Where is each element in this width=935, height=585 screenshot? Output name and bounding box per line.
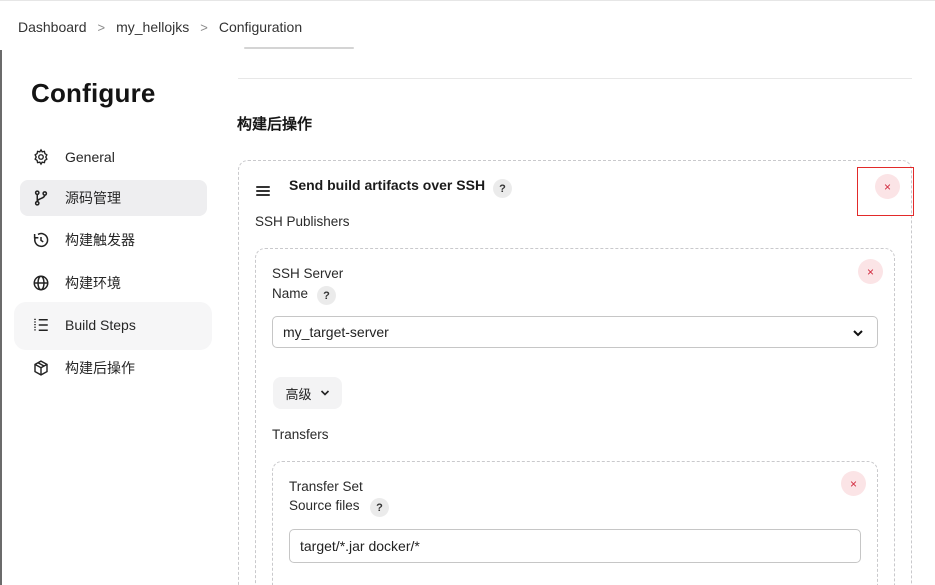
source-files-label: Source files — [289, 498, 360, 513]
clock-icon — [32, 231, 50, 249]
remove-server-button[interactable]: × — [858, 259, 883, 284]
advanced-button[interactable]: 高级 — [273, 377, 342, 409]
gear-icon — [32, 148, 50, 166]
step-help-icon[interactable]: ? — [493, 179, 512, 198]
transfer-set-title: Transfer Set — [289, 479, 363, 494]
breadcrumb-separator: > — [200, 19, 208, 35]
sidebar-item-general[interactable]: General — [20, 139, 207, 175]
ssh-server-title: SSH Server — [272, 266, 344, 281]
sidebar-item-source-control[interactable]: 源码管理 — [20, 180, 207, 216]
source-files-help-icon[interactable]: ? — [370, 498, 389, 517]
sidebar-item-label: 构建后操作 — [65, 360, 135, 376]
sidebar-item-post-build[interactable]: 构建后操作 — [20, 350, 207, 386]
package-icon — [32, 359, 50, 377]
sidebar-item-label: 构建触发器 — [65, 232, 135, 248]
source-files-input[interactable] — [289, 529, 861, 563]
remove-step-button[interactable]: × — [875, 174, 900, 199]
chevron-down-icon — [320, 390, 329, 396]
sidebar-item-label: 源码管理 — [65, 190, 121, 206]
branch-icon — [32, 189, 50, 207]
sidebar-item-label: Build Steps — [65, 317, 136, 333]
list-icon — [32, 316, 50, 334]
sidebar-item-build-environment[interactable]: 构建环境 — [20, 265, 207, 301]
sidebar-item-build-triggers[interactable]: 构建触发器 — [20, 222, 207, 258]
breadcrumb: Dashboard > my_hellojks > Configuration — [18, 19, 302, 35]
section-title: 构建后操作 — [237, 116, 313, 133]
ssh-server-selected-value: my_target-server — [283, 324, 389, 340]
drag-handle-icon[interactable] — [256, 186, 270, 196]
step-title: Send build artifacts over SSH — [289, 177, 486, 193]
name-help-icon[interactable]: ? — [317, 286, 336, 305]
top-bar: Dashboard > my_hellojks > Configuration — [0, 0, 935, 50]
name-label: Name — [272, 286, 309, 301]
globe-icon — [32, 274, 50, 292]
ssh-publishers-label: SSH Publishers — [255, 214, 350, 229]
page-title: Configure — [31, 78, 156, 108]
sidebar-item-label: 构建环境 — [65, 275, 121, 291]
sidebar-item-label: General — [65, 149, 115, 165]
breadcrumb-project[interactable]: my_hellojks — [116, 19, 189, 35]
window-edge — [0, 50, 2, 585]
scroll-indicator — [244, 47, 354, 49]
transfers-label: Transfers — [272, 427, 329, 442]
breadcrumb-configuration[interactable]: Configuration — [219, 19, 302, 35]
advanced-label: 高级 — [285, 386, 312, 402]
breadcrumb-dashboard[interactable]: Dashboard — [18, 19, 87, 35]
remove-transfer-set-button[interactable]: × — [841, 471, 866, 496]
section-divider — [238, 78, 912, 79]
breadcrumb-separator: > — [97, 19, 106, 35]
sidebar-item-build-steps[interactable]: Build Steps — [20, 307, 207, 343]
chevron-down-icon — [853, 330, 863, 337]
ssh-server-select[interactable]: my_target-server — [272, 316, 878, 348]
